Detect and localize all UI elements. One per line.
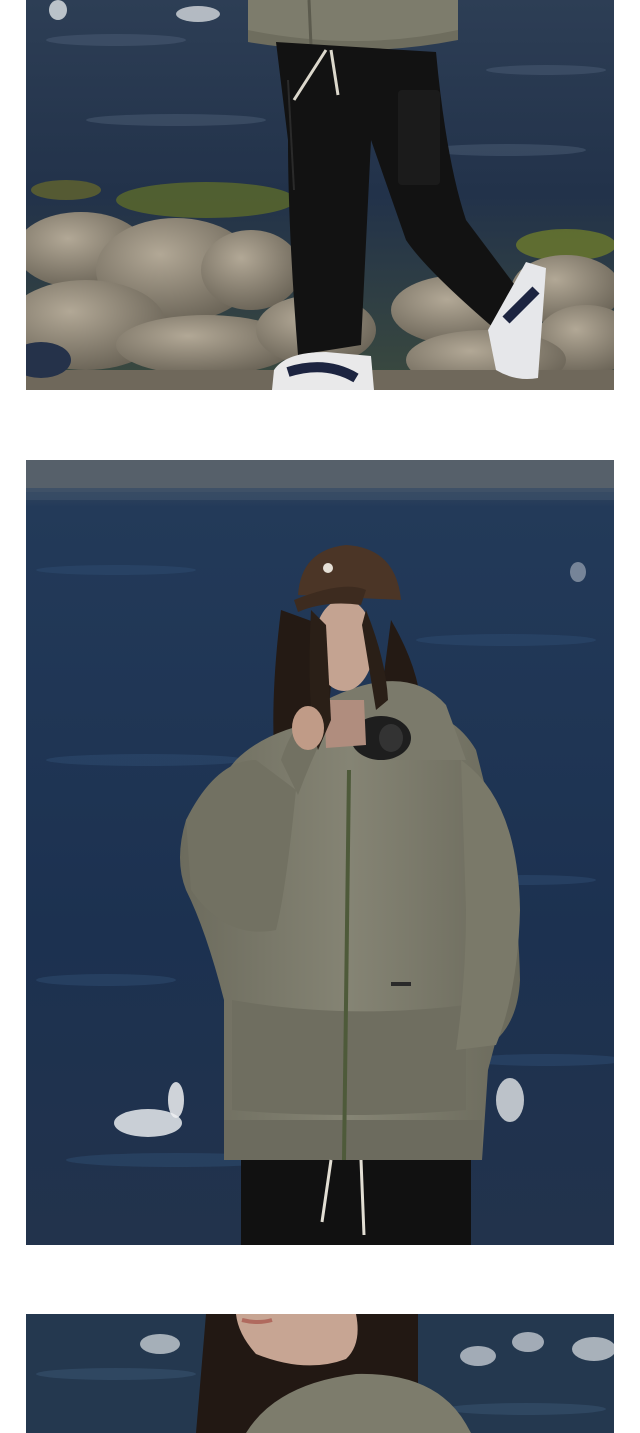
photo-legs-on-rocks-image (26, 0, 614, 390)
product-photo-portrait-hoodie (26, 460, 614, 1245)
product-photo-portrait-crop (26, 1314, 614, 1433)
photo-portrait-hoodie-image (26, 460, 614, 1245)
product-photo-legs-on-rocks (26, 0, 614, 390)
photo-portrait-crop-image (26, 1314, 614, 1433)
